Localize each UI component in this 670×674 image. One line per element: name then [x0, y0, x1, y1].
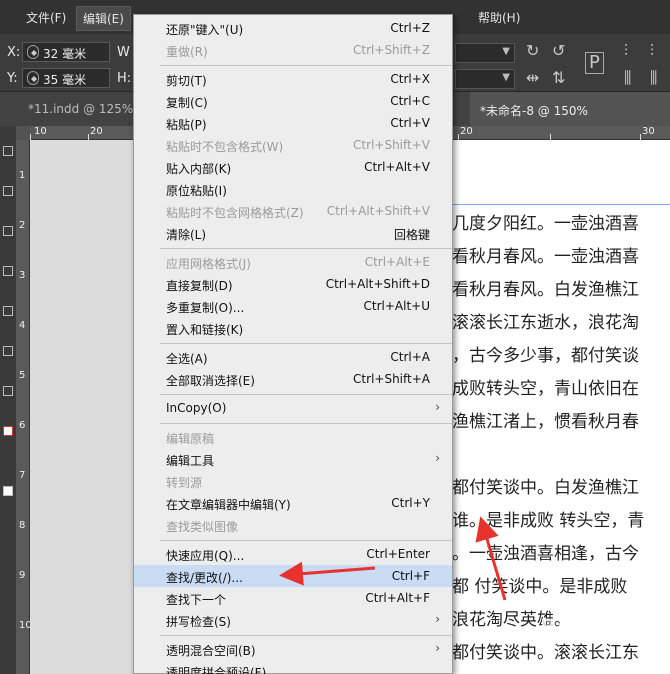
arrow-to-find-change [279, 561, 376, 586]
watermark: Bai 经验 [540, 616, 631, 641]
annotation-arrows [279, 516, 507, 601]
arrow-to-text [475, 516, 507, 601]
